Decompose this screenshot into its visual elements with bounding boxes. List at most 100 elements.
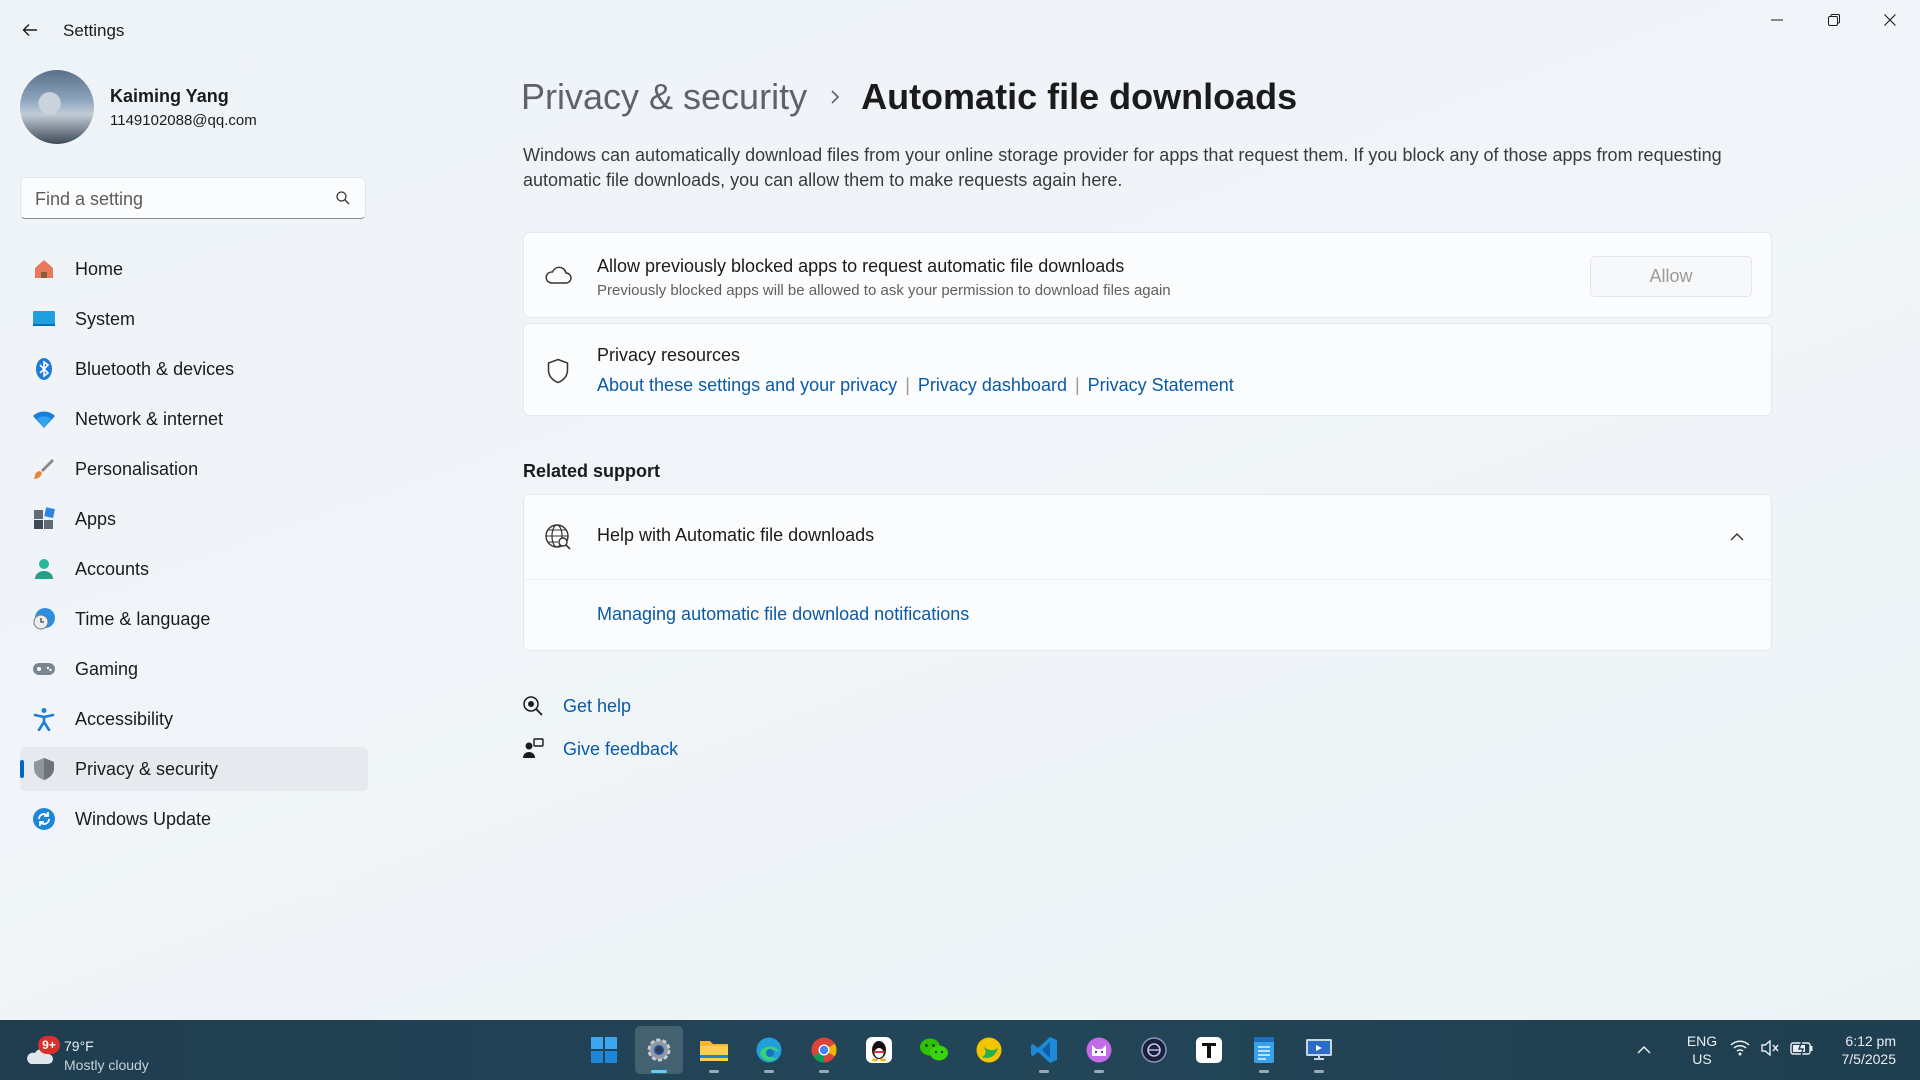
chevron-up-icon[interactable]: [1725, 525, 1749, 549]
get-help-link[interactable]: Get help: [563, 696, 631, 717]
sidebar-item-home[interactable]: Home: [20, 247, 368, 291]
sidebar-item-label: Home: [75, 258, 124, 279]
get-help-row[interactable]: Get help: [521, 691, 631, 721]
related-support-heading: Related support: [523, 461, 661, 481]
page-description: Windows can automatically download files…: [523, 145, 1722, 190]
taskbar-file-explorer[interactable]: [690, 1026, 738, 1074]
chevron-right-icon: [829, 89, 841, 105]
minimize-button[interactable]: [1749, 0, 1805, 40]
active-indicator: [651, 1070, 667, 1073]
sidebar-item-label: Gaming: [75, 658, 139, 679]
minimize-icon: [1771, 19, 1783, 21]
sidebar-item-accessibility[interactable]: Accessibility: [20, 697, 368, 741]
breadcrumb-parent[interactable]: Privacy & security: [521, 76, 807, 118]
taskbar-qq[interactable]: [855, 1026, 903, 1074]
help-title: Help with Automatic file downloads: [597, 525, 875, 545]
cloud-icon: [544, 261, 572, 289]
weather-widget[interactable]: 9+ 79°F Mostly cloudy: [20, 1028, 170, 1074]
allow-blocked-apps-card: Allow previously blocked apps to request…: [523, 232, 1772, 318]
restore-button[interactable]: [1806, 0, 1862, 40]
taskbar-edge[interactable]: [745, 1026, 793, 1074]
update-icon: [32, 807, 56, 831]
user-name: Kaiming Yang: [110, 86, 229, 106]
allow-button[interactable]: Allow: [1590, 256, 1752, 297]
search-icon[interactable]: [335, 190, 351, 206]
language-code: ENG: [1686, 1033, 1718, 1049]
running-indicator: [1094, 1070, 1104, 1073]
help-card: Help with Automatic file downloads Manag…: [523, 494, 1772, 651]
taskbar-settings[interactable]: [635, 1026, 683, 1074]
sidebar-item-personalisation[interactable]: Personalisation: [20, 447, 368, 491]
sidebar-item-windows-update[interactable]: Windows Update: [20, 797, 368, 841]
home-icon: [32, 257, 56, 281]
weather-temp: 79°F: [64, 1038, 94, 1054]
link-separator: |: [905, 375, 910, 395]
privacy-links: About these settings and your privacy | …: [597, 375, 1234, 396]
close-icon: [1884, 14, 1896, 26]
remote-desktop-icon: [1306, 1039, 1332, 1060]
shield-outline-icon: [544, 357, 572, 385]
sidebar-item-system[interactable]: System: [20, 297, 368, 341]
sidebar-nav: Home System Bluetooth & devices Network …: [20, 247, 368, 847]
sidebar-item-time-language[interactable]: Time & language: [20, 597, 368, 641]
sidebar-item-apps[interactable]: Apps: [20, 497, 368, 541]
privacy-dashboard-link[interactable]: Privacy dashboard: [918, 375, 1067, 396]
sidebar-item-gaming[interactable]: Gaming: [20, 647, 368, 691]
vscode-icon: [1031, 1037, 1057, 1063]
taskbar: 9+ 79°F Mostly cloudy ENG US 6:12 pm 7/5…: [0, 1020, 1920, 1080]
close-button[interactable]: [1862, 0, 1918, 40]
sidebar-item-accounts[interactable]: Accounts: [20, 547, 368, 591]
language-indicator[interactable]: ENG US: [1682, 1032, 1722, 1068]
search-input[interactable]: [33, 178, 337, 220]
clock-time: 6:12 pm: [1845, 1033, 1896, 1049]
sidebar-item-label: Windows Update: [75, 808, 212, 829]
qq-penguin-icon: [866, 1037, 892, 1063]
taskbar-app-cat[interactable]: [1075, 1026, 1123, 1074]
apps-icon: [32, 507, 56, 531]
clock[interactable]: 6:12 pm 7/5/2025: [1842, 1032, 1897, 1068]
taskbar-typora[interactable]: [1185, 1026, 1233, 1074]
windows-logo-icon: [591, 1037, 617, 1063]
taskbar-notepad[interactable]: [1240, 1026, 1288, 1074]
taskbar-vscode[interactable]: [1020, 1026, 1068, 1074]
shield-icon: [32, 757, 56, 781]
taskbar-chrome[interactable]: [800, 1026, 848, 1074]
notification-badge: 9+: [38, 1036, 60, 1054]
settings-gear-icon: [647, 1038, 671, 1062]
app-title: Settings: [63, 21, 125, 40]
sidebar-item-privacy-security[interactable]: Privacy & security: [20, 747, 368, 791]
wifi-icon: [32, 407, 56, 431]
page-title: Automatic file downloads: [861, 76, 1298, 117]
restore-icon: [1828, 14, 1840, 26]
taskbar-wechat[interactable]: [910, 1026, 958, 1074]
show-hidden-icons-button[interactable]: [1636, 1020, 1652, 1080]
search-box: [20, 177, 366, 220]
system-tray-icons[interactable]: [1730, 1038, 1814, 1058]
about-settings-privacy-link[interactable]: About these settings and your privacy: [597, 375, 897, 396]
taskbar-app-green[interactable]: [965, 1026, 1013, 1074]
give-feedback-link[interactable]: Give feedback: [563, 739, 678, 760]
sidebar-item-label: Network & internet: [75, 408, 224, 429]
avatar[interactable]: [20, 70, 94, 144]
typora-icon: [1196, 1037, 1222, 1063]
link-separator: |: [1074, 375, 1080, 395]
taskbar-app-circle[interactable]: [1130, 1026, 1178, 1074]
running-indicator: [1259, 1070, 1269, 1073]
globe-search-icon: [544, 523, 572, 551]
sidebar-item-bluetooth[interactable]: Bluetooth & devices: [20, 347, 368, 391]
privacy-statement-link[interactable]: Privacy Statement: [1088, 375, 1234, 396]
privacy-resources-card: Privacy resources About these settings a…: [523, 323, 1772, 416]
gamepad-icon: [32, 657, 56, 681]
running-indicator: [1314, 1070, 1324, 1073]
give-feedback-row[interactable]: Give feedback: [521, 734, 678, 764]
back-button[interactable]: [14, 14, 46, 46]
help-expander-header[interactable]: Help with Automatic file downloads: [524, 495, 1771, 580]
start-button[interactable]: [580, 1026, 628, 1074]
sidebar-item-network[interactable]: Network & internet: [20, 397, 368, 441]
clock-date: 7/5/2025: [1841, 1051, 1897, 1067]
managing-notifications-link[interactable]: Managing automatic file download notific…: [597, 604, 969, 625]
back-arrow-icon: [22, 24, 37, 36]
sidebar-item-label: System: [75, 308, 136, 329]
taskbar-remote-desktop[interactable]: [1295, 1026, 1343, 1074]
running-indicator: [764, 1070, 774, 1073]
